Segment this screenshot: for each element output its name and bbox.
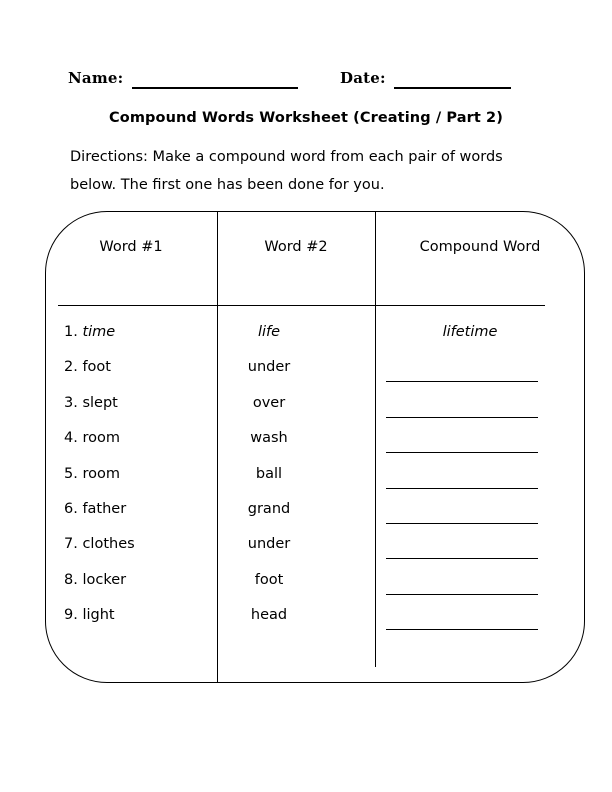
cell-word2: ball [255, 465, 283, 482]
cell-word2: wash [250, 430, 288, 447]
cell-word2: grand [247, 501, 291, 517]
cell-word1: 9. light [64, 607, 115, 624]
cell-word2: over [252, 394, 286, 411]
table-row: 6. father grand [0, 499, 612, 534]
cell-compound-word: lifetime [442, 324, 498, 340]
compound-word-answer-blank[interactable] [386, 558, 538, 560]
compound-word-answer-blank[interactable] [386, 452, 538, 454]
cell-word2: foot [254, 571, 284, 588]
compound-word-answer-blank[interactable] [386, 523, 538, 524]
cell-word1: 1. time [64, 324, 116, 340]
compound-word-answer-blank[interactable] [386, 629, 538, 631]
cell-word2: life [257, 324, 281, 340]
cell-word1: 7. clothes [64, 536, 135, 553]
compound-word-answer-blank[interactable] [386, 593, 538, 595]
cell-word2: under [247, 536, 291, 553]
cell-word1: 3. slept [64, 394, 118, 411]
compound-word-answer-blank[interactable] [386, 416, 538, 418]
table-row: 2. foot under [0, 357, 612, 392]
table-row: 5. room ball [0, 464, 612, 499]
table-row: 3. slept over [0, 393, 612, 428]
table-row: 1. time life lifetime [0, 322, 612, 357]
cell-word2: under [247, 359, 291, 376]
compound-word-answer-blank[interactable] [386, 381, 538, 383]
cell-word2: head [250, 607, 288, 624]
cell-word1: 5. room [64, 465, 120, 482]
cell-word1: 4. room [64, 430, 120, 447]
cell-word1: 6. father [64, 501, 127, 517]
table-row: 9. light head [0, 605, 612, 640]
table-row: 8. locker foot [0, 570, 612, 605]
worksheet-rows: 1. time life lifetime 2. foot under 3. slept o… [0, 0, 612, 792]
table-row: 7. clothes under [0, 534, 612, 569]
cell-word1: 2. foot [64, 359, 111, 376]
compound-word-answer-blank[interactable] [386, 487, 538, 489]
cell-word1: 8. locker [64, 571, 127, 588]
table-row: 4. room wash [0, 428, 612, 463]
